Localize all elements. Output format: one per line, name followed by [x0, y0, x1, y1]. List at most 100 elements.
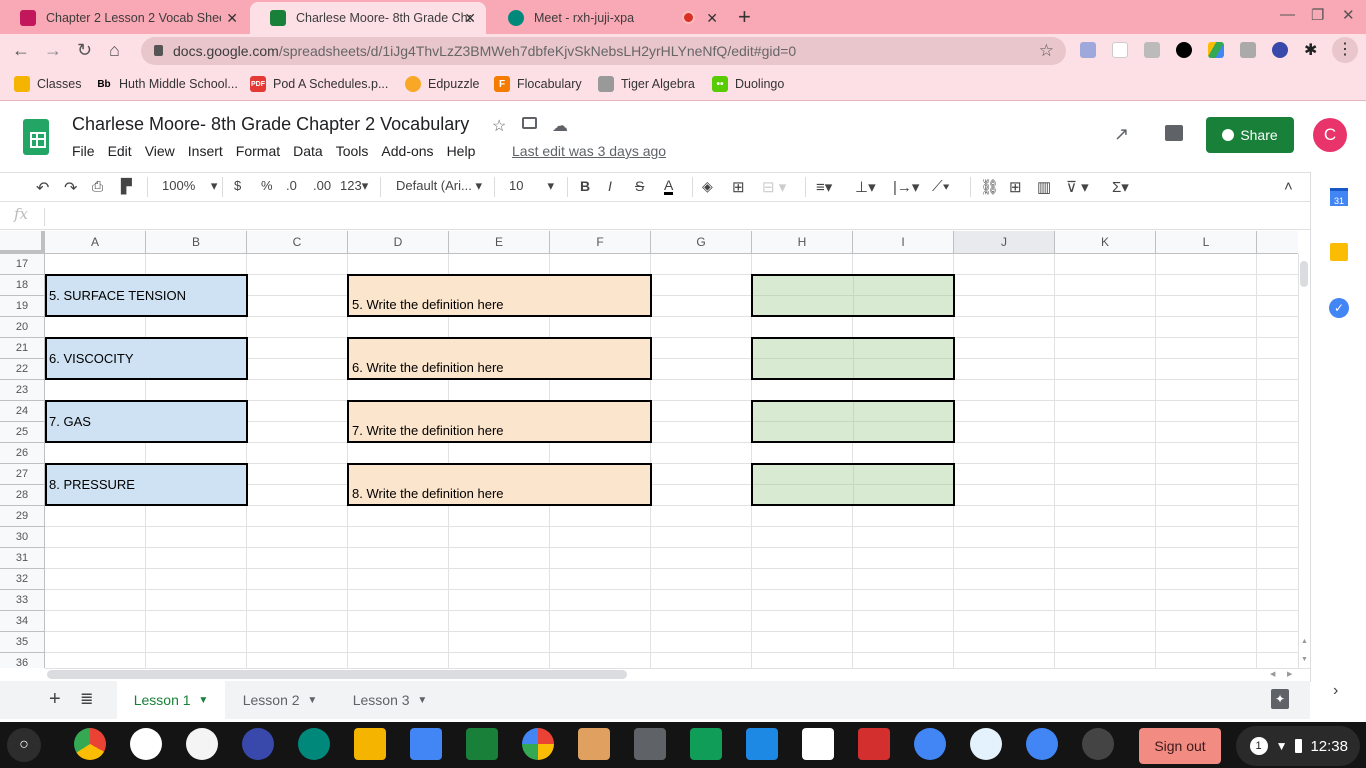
borders-icon[interactable]: ⊞: [732, 178, 745, 196]
insert-comment-icon[interactable]: ⊞: [1009, 178, 1022, 196]
app-orange-app-icon[interactable]: [858, 728, 890, 760]
close-window-button[interactable]: ✕: [1342, 6, 1355, 24]
fill-color-icon[interactable]: ◈: [702, 178, 713, 195]
document-title[interactable]: Charlese Moore- 8th Grade Chapter 2 Voca…: [72, 114, 469, 135]
definition-cell[interactable]: 6. Write the definition here: [347, 337, 652, 380]
last-edit-link[interactable]: Last edit was 3 days ago: [512, 143, 666, 159]
gmail-app-icon[interactable]: [802, 728, 834, 760]
column-header-d[interactable]: D: [348, 231, 449, 254]
answer-cell[interactable]: [751, 337, 955, 380]
app-red-app-icon[interactable]: [186, 728, 218, 760]
bookmark-duolingo[interactable]: •• Duolingo: [712, 76, 784, 92]
settings-app-icon[interactable]: [1026, 728, 1058, 760]
answer-cell[interactable]: [751, 400, 955, 443]
chevron-down-icon[interactable]: ▼: [417, 695, 427, 706]
row-header-31[interactable]: 31: [0, 548, 45, 569]
browser-tab-meet[interactable]: Meet - rxh-juji-xpa ✕: [488, 2, 728, 34]
menu-view[interactable]: View: [145, 143, 175, 159]
share-button[interactable]: Share: [1206, 117, 1294, 153]
extension-k-icon[interactable]: [1272, 42, 1288, 58]
scroll-left-arrow[interactable]: ◀: [1270, 670, 1275, 678]
italic-button[interactable]: I: [608, 178, 612, 194]
docs-app-icon[interactable]: [410, 728, 442, 760]
column-header-k[interactable]: K: [1055, 231, 1156, 254]
scroll-down-arrow[interactable]: ▼: [1301, 656, 1308, 663]
definition-cell[interactable]: 8. Write the definition here: [347, 463, 652, 506]
text-wrapping-icon[interactable]: |→▾: [893, 178, 919, 196]
row-header-27[interactable]: 27: [0, 464, 45, 485]
column-header-m[interactable]: [1257, 231, 1298, 254]
move-folder-icon[interactable]: [522, 117, 537, 129]
column-header-h[interactable]: H: [752, 231, 853, 254]
select-all-corner[interactable]: [0, 231, 45, 254]
vertical-scrollbar[interactable]: [1298, 254, 1310, 668]
launcher-button[interactable]: ○: [7, 728, 41, 762]
row-header-18[interactable]: 18: [0, 275, 45, 296]
row-header-30[interactable]: 30: [0, 527, 45, 548]
kahoot-app-icon[interactable]: [242, 728, 274, 760]
menu-tools[interactable]: Tools: [336, 143, 369, 159]
text-rotation-icon[interactable]: ⟋▾: [932, 178, 950, 195]
row-header-21[interactable]: 21: [0, 338, 45, 359]
menu-insert[interactable]: Insert: [188, 143, 223, 159]
menu-file[interactable]: File: [72, 143, 95, 159]
close-tab-icon[interactable]: ✕: [706, 10, 718, 27]
menu-format[interactable]: Format: [236, 143, 280, 159]
close-tab-icon[interactable]: ✕: [464, 10, 476, 27]
menu-help[interactable]: Help: [447, 143, 476, 159]
home-button[interactable]: ⌂: [109, 40, 120, 61]
row-header-25[interactable]: 25: [0, 422, 45, 443]
answer-cell[interactable]: [751, 463, 955, 506]
activity-app-icon[interactable]: [1082, 728, 1114, 760]
sign-out-button[interactable]: Sign out: [1139, 728, 1221, 764]
sheet-tab-lesson-3[interactable]: Lesson 3 ▼: [336, 681, 444, 719]
horizontal-scroll-thumb[interactable]: [47, 670, 627, 679]
browser-tab-spreadsheet[interactable]: Charlese Moore- 8th Grade Chap ✕: [250, 2, 486, 34]
functions-icon[interactable]: Σ▾: [1112, 178, 1129, 196]
row-header-22[interactable]: 22: [0, 359, 45, 380]
menu-data[interactable]: Data: [293, 143, 323, 159]
keep-icon[interactable]: [1330, 243, 1348, 261]
bookmark-pod-a-schedules[interactable]: PDF Pod A Schedules.p...: [250, 76, 388, 92]
address-bar[interactable]: docs.google.com/spreadsheets/d/1iJg4ThvL…: [141, 37, 1066, 65]
books-app-icon[interactable]: [578, 728, 610, 760]
column-header-g[interactable]: G: [651, 231, 752, 254]
new-tab-button[interactable]: +: [738, 4, 751, 30]
sheets-app-icon[interactable]: [466, 728, 498, 760]
column-header-b[interactable]: B: [146, 231, 247, 254]
calculator-app-icon[interactable]: [634, 728, 666, 760]
insert-chart-icon[interactable]: ▥: [1037, 178, 1051, 196]
slides-app-icon[interactable]: [354, 728, 386, 760]
browser-menu-icon[interactable]: ⋮: [1332, 37, 1358, 63]
sheet-tab-lesson-2[interactable]: Lesson 2 ▼: [226, 681, 334, 719]
column-header-l[interactable]: L: [1156, 231, 1257, 254]
sheet-tab-lesson-1[interactable]: Lesson 1 ▼: [117, 681, 225, 719]
bookmark-tiger-algebra[interactable]: Tiger Algebra: [598, 76, 695, 92]
bookmark-star-icon[interactable]: ☆: [1039, 41, 1054, 61]
increase-decimal-button[interactable]: .00: [313, 178, 331, 193]
merge-cells-icon[interactable]: ⊟ ▾: [762, 178, 786, 196]
bold-button[interactable]: B: [580, 178, 590, 194]
word-app-icon[interactable]: [130, 728, 162, 760]
star-icon[interactable]: ☆: [492, 116, 506, 136]
menu-addons[interactable]: Add-ons: [381, 143, 433, 159]
column-header-f[interactable]: F: [550, 231, 651, 254]
row-header-32[interactable]: 32: [0, 569, 45, 590]
tasks-icon[interactable]: ✓: [1329, 298, 1349, 318]
term-cell[interactable]: 8. PRESSURE: [45, 463, 248, 506]
row-header-35[interactable]: 35: [0, 632, 45, 653]
horizontal-align-icon[interactable]: ≡▾: [816, 178, 832, 196]
insert-link-icon[interactable]: ⛓: [980, 178, 999, 196]
font-size-select[interactable]: 10 ▾: [509, 178, 554, 194]
reload-button[interactable]: ↻: [77, 40, 92, 61]
text-color-button[interactable]: A: [664, 178, 674, 195]
back-button[interactable]: ←: [12, 40, 30, 61]
column-header-c[interactable]: C: [247, 231, 348, 254]
scroll-right-arrow[interactable]: ▶: [1287, 670, 1292, 678]
font-family-select[interactable]: Default (Ari... ▾: [396, 178, 482, 194]
activity-trend-icon[interactable]: ↗: [1114, 124, 1129, 145]
all-sheets-button[interactable]: ≣: [80, 689, 93, 709]
collapse-menus-icon[interactable]: ˄: [1284, 178, 1293, 195]
more-formats-button[interactable]: 123▾: [340, 178, 368, 194]
classroom-app-icon[interactable]: [690, 728, 722, 760]
